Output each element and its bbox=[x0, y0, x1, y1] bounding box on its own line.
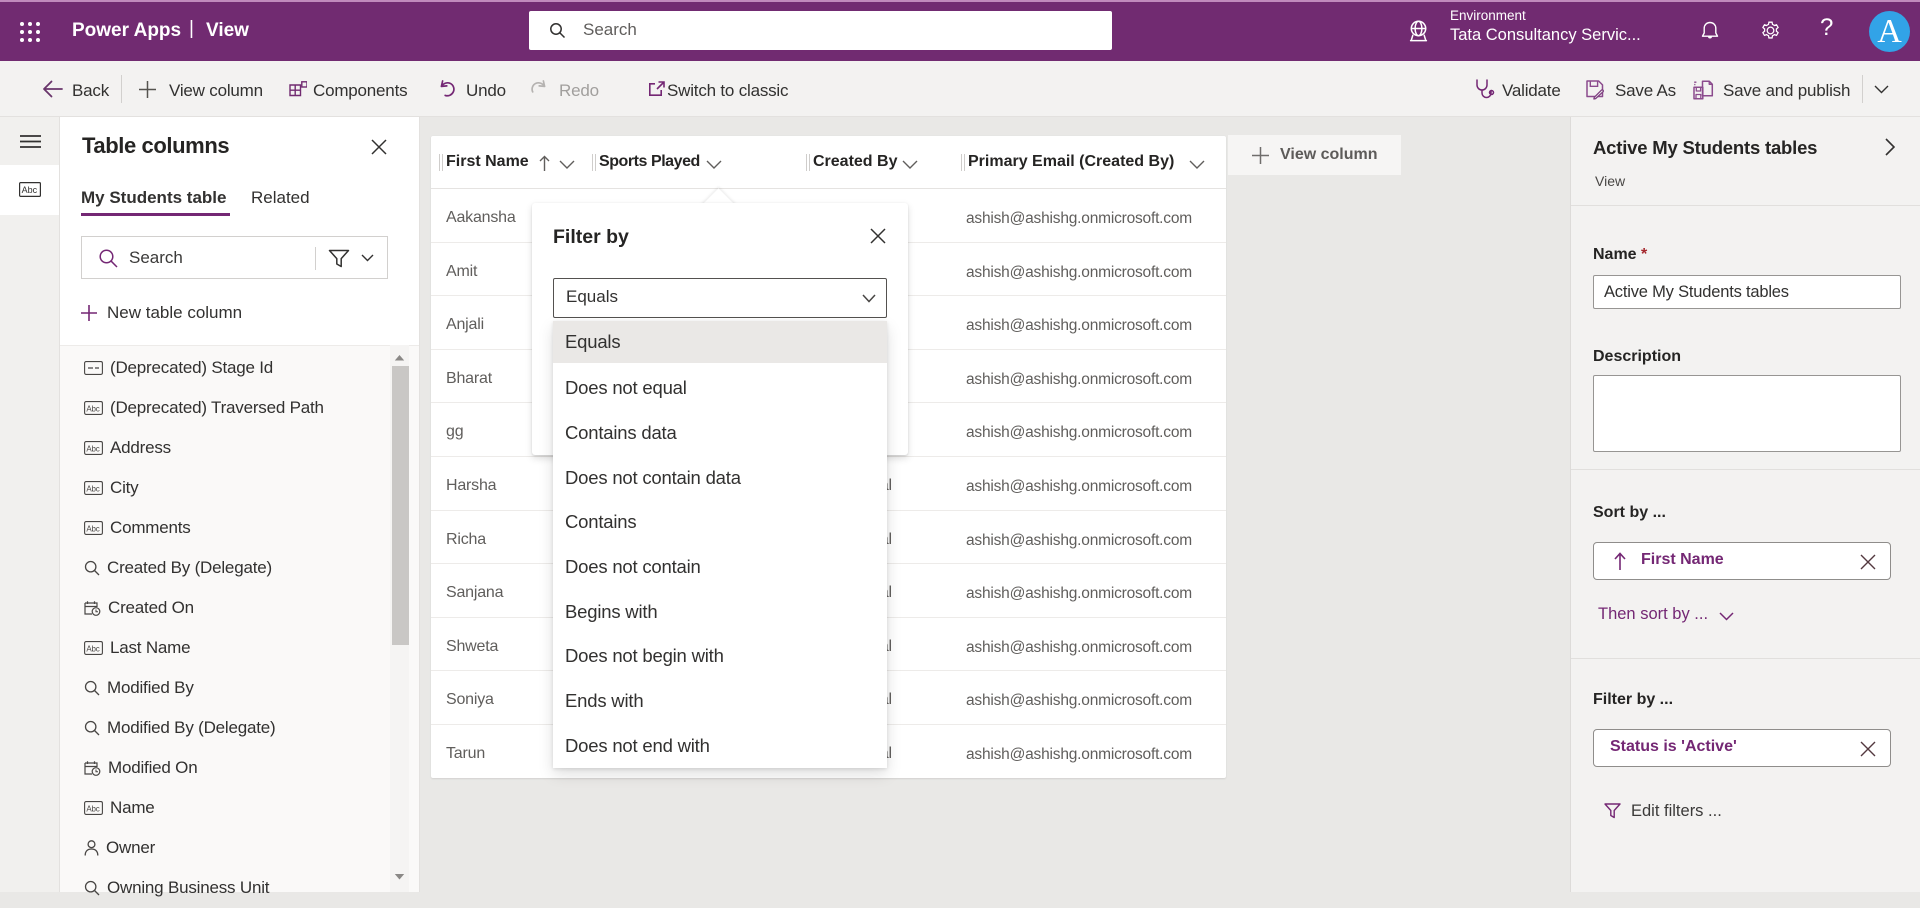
svg-text:Abc: Abc bbox=[86, 444, 99, 453]
svg-text:Abc: Abc bbox=[86, 524, 99, 533]
svg-text:Abc: Abc bbox=[86, 804, 99, 813]
svg-text:Abc: Abc bbox=[86, 404, 99, 413]
svg-text:Abc: Abc bbox=[22, 185, 38, 195]
svg-text:Abc: Abc bbox=[86, 644, 99, 653]
svg-text:Abc: Abc bbox=[86, 484, 99, 493]
